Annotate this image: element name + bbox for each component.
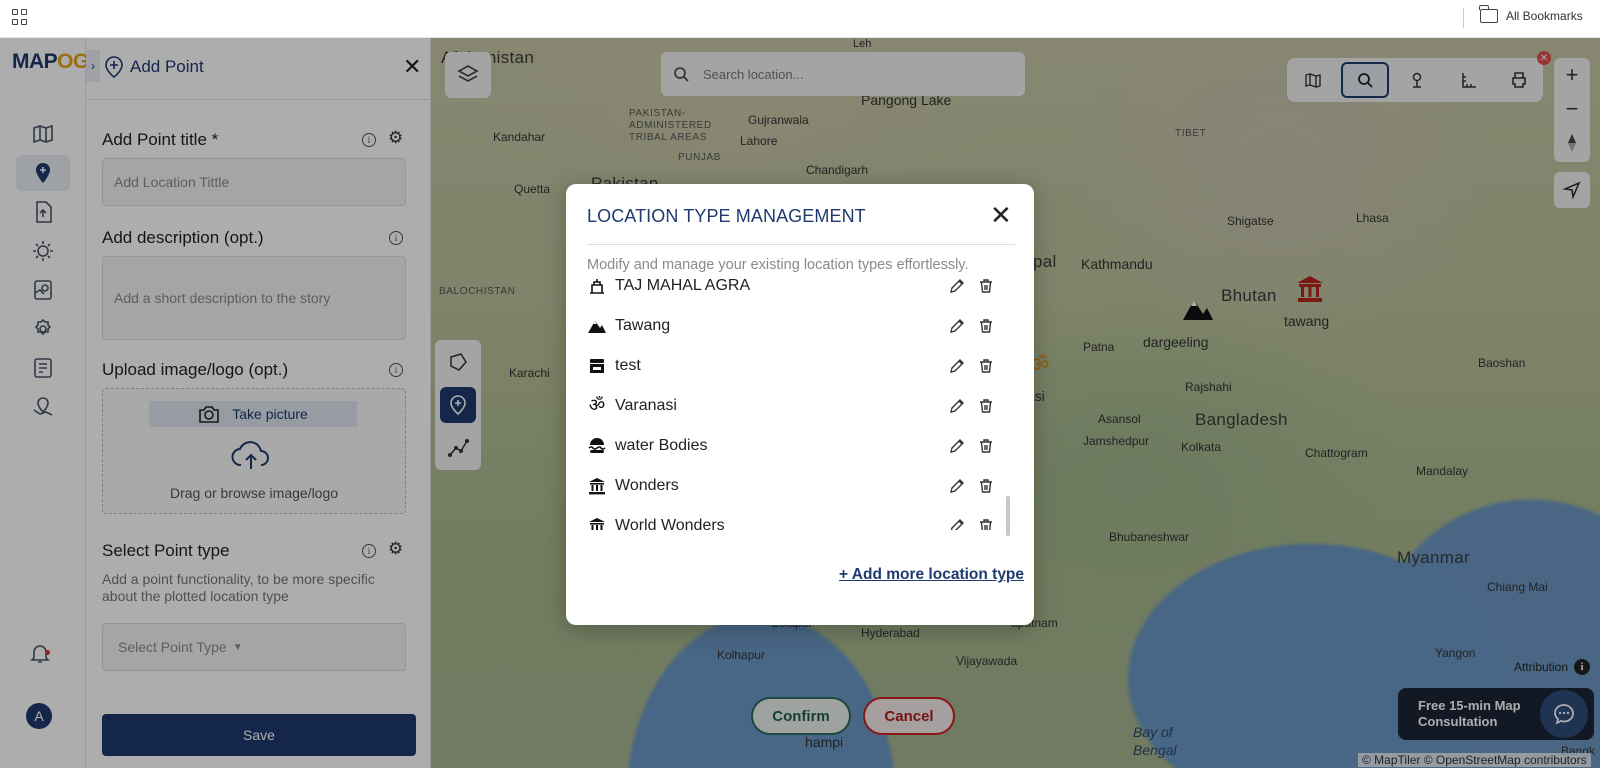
mountain-icon [585, 314, 609, 338]
edit-icon[interactable] [947, 476, 967, 496]
location-type-name: test [615, 357, 641, 374]
landmark-icon [585, 514, 609, 530]
monument-icon [585, 274, 609, 298]
close-modal-button[interactable]: ✕ [990, 202, 1012, 228]
folder-icon [1479, 5, 1498, 23]
location-type-row: TAJ MAHAL AGRA [566, 274, 1014, 306]
edit-icon[interactable] [947, 396, 967, 416]
location-type-name: water Bodies [615, 437, 708, 454]
modal-title: LOCATION TYPE MANAGEMENT [587, 206, 866, 226]
edit-icon[interactable] [947, 356, 967, 376]
location-type-row: World Wonders [566, 506, 1014, 530]
location-type-row: water Bodies [566, 426, 1014, 466]
location-type-name: Wonders [615, 477, 679, 494]
trash-icon[interactable] [976, 356, 996, 376]
location-type-name: Varanasi [615, 397, 677, 414]
trash-icon[interactable] [976, 436, 996, 456]
edit-icon[interactable] [947, 276, 967, 296]
trash-icon[interactable] [976, 516, 996, 530]
edit-icon[interactable] [947, 516, 967, 530]
trash-icon[interactable] [976, 316, 996, 336]
bookmarks-separator [1463, 8, 1464, 28]
location-type-modal: LOCATION TYPE MANAGEMENT ✕ Modify and ma… [566, 184, 1034, 625]
location-type-row: test [566, 346, 1014, 386]
trash-icon[interactable] [976, 476, 996, 496]
location-type-row: Tawang [566, 306, 1014, 346]
location-type-list[interactable]: TAJ MAHAL AGRA Tawang test ॐ Varanasi water B… [566, 274, 1014, 530]
store-icon [585, 354, 609, 378]
location-type-name: World Wonders [615, 517, 725, 530]
om-icon: ॐ [588, 395, 606, 416]
list-scrollbar[interactable] [1006, 496, 1010, 536]
all-bookmarks-label: All Bookmarks [1506, 9, 1583, 23]
location-type-name: Tawang [615, 317, 671, 334]
modal-divider [587, 244, 1015, 245]
trash-icon[interactable] [976, 396, 996, 416]
location-type-row: Wonders [566, 466, 1014, 506]
location-type-name: TAJ MAHAL AGRA [615, 277, 751, 294]
trash-icon[interactable] [976, 276, 996, 296]
modal-subtitle: Modify and manage your existing location… [587, 257, 969, 273]
all-bookmarks-button[interactable]: All Bookmarks [1479, 5, 1583, 23]
browser-topbar: All Bookmarks [0, 0, 1600, 38]
water-icon [585, 434, 609, 458]
add-location-type-link[interactable]: + Add more location type [839, 566, 1024, 584]
location-type-row: ॐ Varanasi [566, 386, 1014, 426]
apps-grid-icon[interactable] [12, 9, 28, 25]
edit-icon[interactable] [947, 436, 967, 456]
landmark-icon [585, 474, 609, 498]
edit-icon[interactable] [947, 316, 967, 336]
